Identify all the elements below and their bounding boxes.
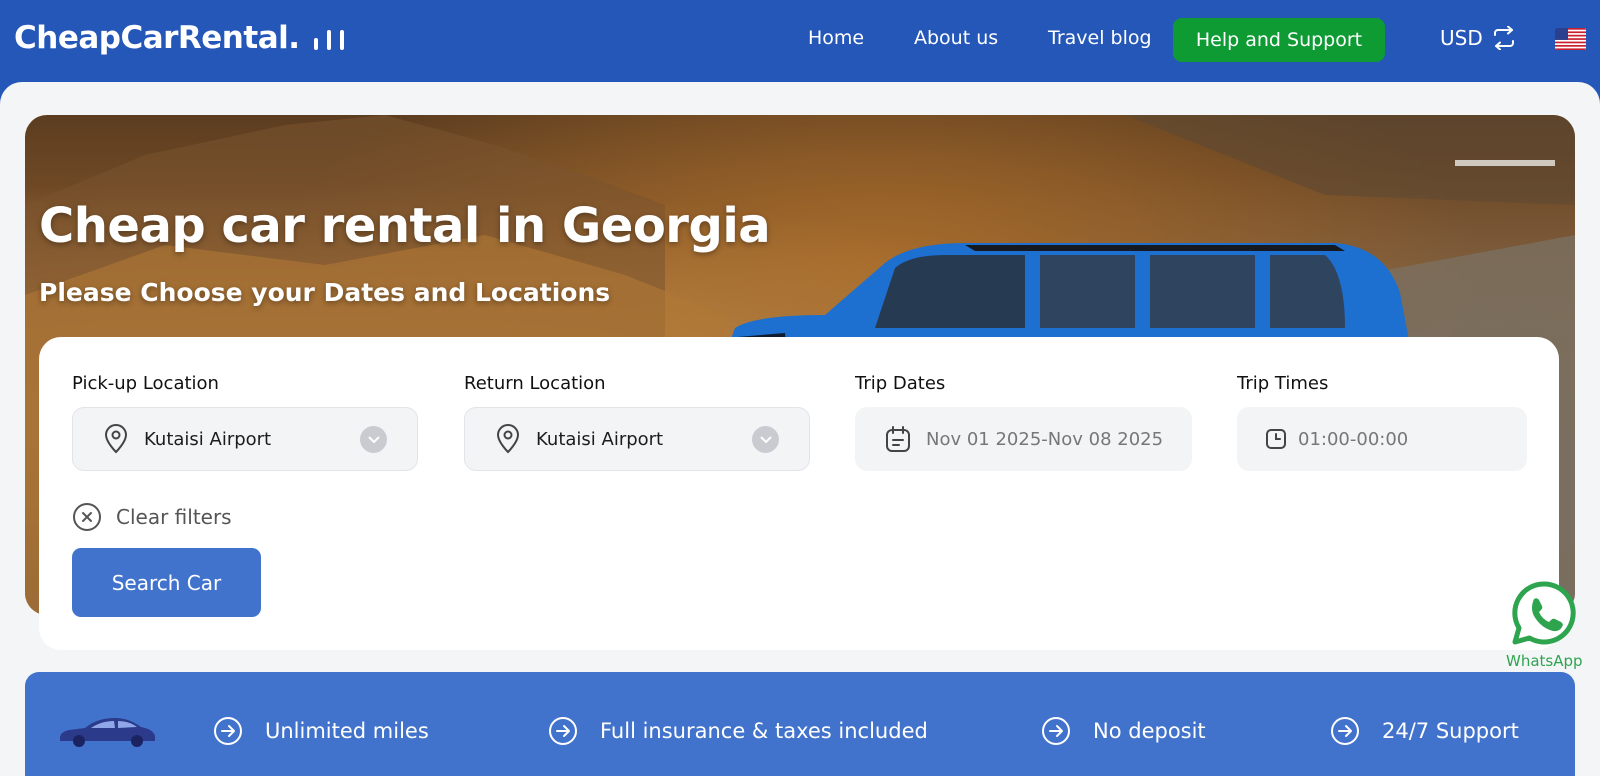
- top-header: CheapCarRental. Home About us Travel blo…: [0, 0, 1600, 82]
- feature-label: 24/7 Support: [1382, 719, 1519, 743]
- pickup-location-select[interactable]: Kutaisi Airport: [72, 407, 418, 471]
- trip-dates-value: Nov 01 2025-Nov 08 2025: [926, 428, 1164, 450]
- clear-filters-label: Clear filters: [116, 505, 232, 529]
- return-location-label: Return Location: [464, 373, 606, 394]
- feature-item: 24/7 Support: [1330, 716, 1519, 746]
- arrow-right-circle-icon: [1331, 717, 1359, 745]
- currency-switcher[interactable]: USD: [1440, 26, 1517, 50]
- clock-icon: [1266, 429, 1286, 449]
- trip-times-value: 01:00-00:00: [1298, 428, 1409, 450]
- chevron-down-icon: [752, 426, 779, 453]
- pickup-location-value: Kutaisi Airport: [144, 428, 272, 450]
- nav-travel-blog[interactable]: Travel blog: [1048, 27, 1152, 49]
- us-flag-icon[interactable]: [1555, 28, 1586, 50]
- trip-dates-label: Trip Dates: [855, 373, 946, 394]
- hero-subtitle: Please Choose your Dates and Locations: [39, 278, 611, 307]
- close-circle-icon: [73, 503, 101, 531]
- arrow-right-circle-icon: [549, 717, 577, 745]
- return-location-select[interactable]: Kutaisi Airport: [464, 407, 810, 471]
- chevron-down-icon: [360, 426, 387, 453]
- trip-dates-picker[interactable]: Nov 01 2025-Nov 08 2025: [855, 407, 1192, 471]
- arrow-right-circle-icon: [1042, 717, 1070, 745]
- trip-times-picker[interactable]: 01:00-00:00: [1237, 407, 1527, 471]
- trip-times-label: Trip Times: [1237, 373, 1329, 394]
- pickup-location-label: Pick-up Location: [72, 373, 219, 394]
- feature-label: No deposit: [1093, 719, 1206, 743]
- nav-about[interactable]: About us: [914, 27, 998, 49]
- car-icon: [60, 718, 155, 747]
- feature-item: Unlimited miles: [213, 716, 429, 746]
- location-pin-icon: [104, 424, 128, 454]
- search-car-button[interactable]: Search Car: [72, 548, 261, 617]
- currency-label: USD: [1440, 26, 1483, 50]
- logo-text: CheapCarRental.: [14, 20, 300, 56]
- clear-filters-button[interactable]: Clear filters: [72, 502, 232, 532]
- feature-label: Unlimited miles: [265, 719, 429, 743]
- feature-item: Full insurance & taxes included: [548, 716, 928, 746]
- logo-bars-icon: [313, 26, 344, 50]
- hero-title: Cheap car rental in Georgia: [39, 198, 771, 254]
- features-band: Unlimited miles Full insurance & taxes i…: [25, 672, 1575, 776]
- feature-item: No deposit: [1041, 716, 1206, 746]
- swap-icon: [1493, 26, 1514, 50]
- nav-home[interactable]: Home: [808, 27, 864, 49]
- calendar-icon: [886, 426, 910, 452]
- whatsapp-label: WhatsApp: [1506, 652, 1583, 670]
- site-logo[interactable]: CheapCarRental.: [14, 20, 344, 56]
- return-location-value: Kutaisi Airport: [536, 428, 664, 450]
- location-pin-icon: [496, 424, 520, 454]
- search-form-card: Pick-up Location Kutaisi Airport Return …: [39, 337, 1559, 650]
- feature-label: Full insurance & taxes included: [600, 719, 928, 743]
- arrow-right-circle-icon: [214, 717, 242, 745]
- whatsapp-icon: [1512, 581, 1576, 645]
- whatsapp-button[interactable]: WhatsApp: [1506, 580, 1583, 670]
- help-support-button[interactable]: Help and Support: [1173, 18, 1385, 62]
